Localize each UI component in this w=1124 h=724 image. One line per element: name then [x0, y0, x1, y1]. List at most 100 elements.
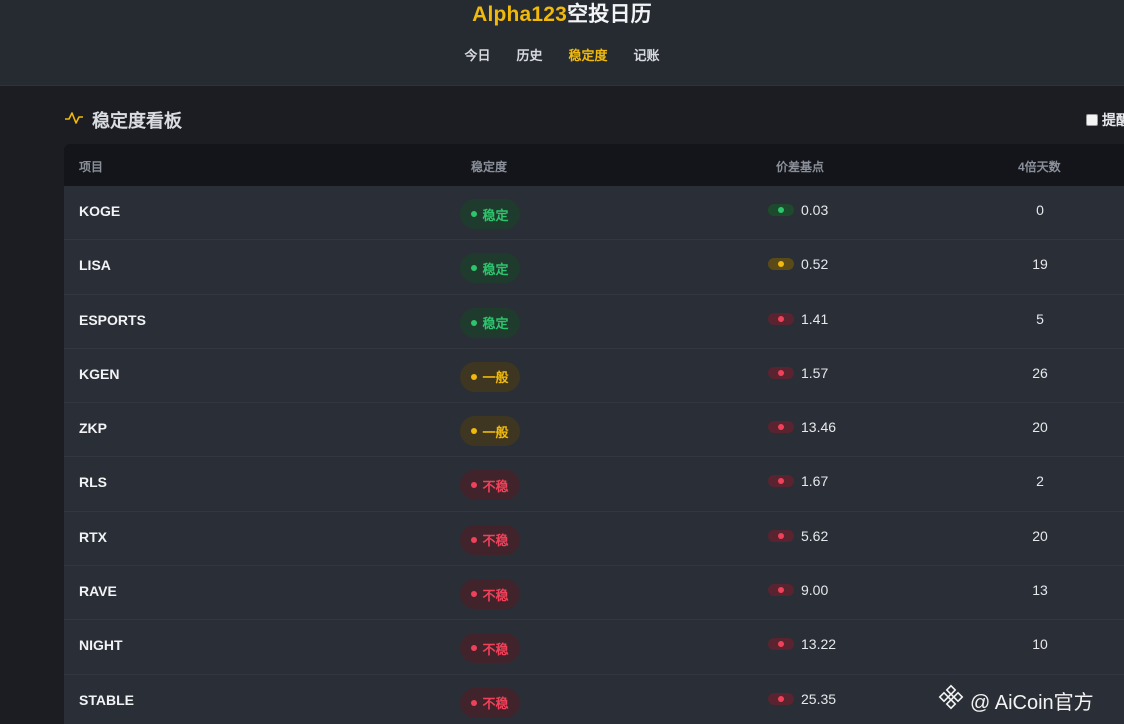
spread-cell: 1.41 [768, 311, 848, 327]
spread-indicator-icon [768, 529, 794, 542]
project-name: ESPORTS [79, 311, 146, 328]
project-name: LISA [79, 257, 111, 274]
remind-checkbox[interactable] [1086, 114, 1098, 126]
project-name: RAVE [79, 583, 117, 600]
stability-badge: 稳定 [460, 199, 520, 229]
column-header-spread: 价差基点 [776, 160, 825, 174]
stability-label: 一般 [482, 370, 509, 386]
spread-indicator-icon [768, 421, 794, 434]
stability-label: 稳定 [482, 261, 509, 277]
days-value: 13 [1032, 582, 1048, 599]
brand-name: Alpha123 [472, 3, 568, 26]
stability-badge: 不稳 [460, 579, 520, 610]
stability-label: 稳定 [482, 207, 509, 223]
watermark-text: @ AiCoin官方 [970, 691, 1094, 714]
pulse-icon [64, 111, 84, 130]
table-row[interactable]: LISA 稳定 0.52 19 [64, 240, 1124, 295]
spread-value: 1.41 [801, 310, 829, 327]
spread-indicator-icon [768, 204, 794, 216]
spread-cell: 5.62 [768, 528, 848, 544]
project-name: ZKP [79, 420, 107, 437]
table-row[interactable]: NIGHT 不稳 13.22 10 [64, 620, 1124, 675]
binance-logo-icon [938, 684, 964, 716]
spread-cell: 13.22 [768, 636, 848, 652]
spread-value: 1.57 [801, 364, 829, 381]
spread-indicator-icon [768, 258, 794, 271]
status-dot-icon [471, 699, 478, 706]
main-nav: 今日 历史 稳定度 记账 [0, 45, 1124, 64]
nav-stability[interactable]: 稳定度 [556, 45, 621, 64]
days-value: 20 [1032, 419, 1048, 436]
status-dot-icon [471, 591, 478, 598]
stability-label: 不稳 [482, 478, 509, 494]
watermark: @ AiCoin官方 [938, 684, 1094, 716]
stability-badge: 不稳 [460, 687, 520, 718]
table-row[interactable]: KOGE 稳定 0.03 0 [64, 186, 1124, 241]
spread-value: 9.00 [801, 582, 829, 599]
days-value: 26 [1032, 364, 1048, 381]
brand-subtitle: 空投日历 [567, 3, 652, 26]
stability-label: 稳定 [482, 316, 509, 332]
spread-cell: 13.46 [768, 419, 848, 435]
days-value: 10 [1032, 636, 1048, 653]
table-header: 项目 稳定度 价差基点 4倍天数 [64, 144, 1124, 186]
spread-indicator-icon [768, 638, 794, 651]
table-body: KOGE 稳定 0.03 0 LISA 稳定 0.52 19 ESPORTS 稳定 1.41 5 KGE… [64, 186, 1124, 724]
stability-label: 不稳 [482, 641, 509, 657]
remind-toggle[interactable]: 提醒 [1086, 110, 1124, 130]
status-dot-icon [471, 373, 478, 380]
table-row[interactable]: RLS 不稳 1.67 2 [64, 457, 1124, 512]
stability-badge: 不稳 [460, 633, 520, 664]
spread-indicator-icon [768, 692, 794, 705]
spread-indicator-icon [768, 366, 794, 379]
app-header: Alpha123空投日历 今日 历史 稳定度 记账 [0, 0, 1124, 86]
spread-value: 13.46 [801, 419, 837, 436]
spread-cell: 9.00 [768, 582, 848, 598]
spread-cell: 25.35 [768, 691, 848, 707]
stability-table: 项目 稳定度 价差基点 4倍天数 KOGE 稳定 0.03 0 LISA 稳定 0.52 19… [64, 144, 1124, 724]
spread-value: 0.52 [801, 256, 829, 273]
status-dot-icon [471, 211, 478, 217]
table-row[interactable]: ESPORTS 稳定 1.41 5 [64, 294, 1124, 349]
status-dot-icon [471, 319, 478, 326]
table-row[interactable]: KGEN 一般 1.57 26 [64, 348, 1124, 404]
spread-value: 5.62 [801, 527, 829, 544]
stability-badge: 一般 [460, 361, 520, 392]
table-row[interactable]: RTX 不稳 5.62 20 [64, 511, 1124, 567]
spread-cell: 1.57 [768, 365, 848, 381]
project-name: KGEN [79, 365, 120, 382]
stability-label: 一般 [482, 424, 509, 440]
table-row[interactable]: RAVE 不稳 9.00 13 [64, 566, 1124, 621]
nav-history[interactable]: 历史 [503, 45, 555, 64]
days-value: 20 [1032, 527, 1048, 544]
days-value: 5 [1036, 310, 1044, 327]
project-name: KOGE [79, 203, 121, 219]
panel-title: 稳定度看板 [92, 111, 182, 131]
status-dot-icon [471, 265, 478, 272]
stability-label: 不稳 [482, 587, 509, 603]
stability-badge: 稳定 [460, 253, 520, 284]
spread-indicator-icon [768, 584, 794, 597]
remind-label: 提醒 [1102, 112, 1124, 128]
project-name: NIGHT [79, 637, 123, 654]
project-name: RLS [79, 474, 107, 491]
column-header-4x-days: 4倍天数 [1018, 160, 1061, 174]
nav-accounting[interactable]: 记账 [621, 45, 673, 64]
spread-value: 0.03 [801, 202, 829, 218]
nav-today[interactable]: 今日 [451, 45, 503, 64]
table-row[interactable]: ZKP 一般 13.46 20 [64, 403, 1124, 458]
spread-indicator-icon [768, 475, 794, 488]
status-dot-icon [471, 536, 478, 543]
column-header-project: 项目 [79, 160, 104, 174]
spread-value: 25.35 [801, 690, 837, 707]
app-brand[interactable]: Alpha123空投日历 [0, 0, 1124, 28]
status-dot-icon [471, 428, 478, 435]
project-name: RTX [79, 528, 107, 545]
spread-cell: 1.67 [768, 473, 848, 489]
stability-label: 不稳 [482, 696, 509, 712]
spread-value: 13.22 [801, 636, 837, 653]
stability-badge: 不稳 [460, 524, 520, 555]
stability-badge: 稳定 [460, 307, 520, 338]
panel-header: 稳定度看板 [64, 108, 182, 132]
days-value: 0 [1036, 202, 1044, 218]
